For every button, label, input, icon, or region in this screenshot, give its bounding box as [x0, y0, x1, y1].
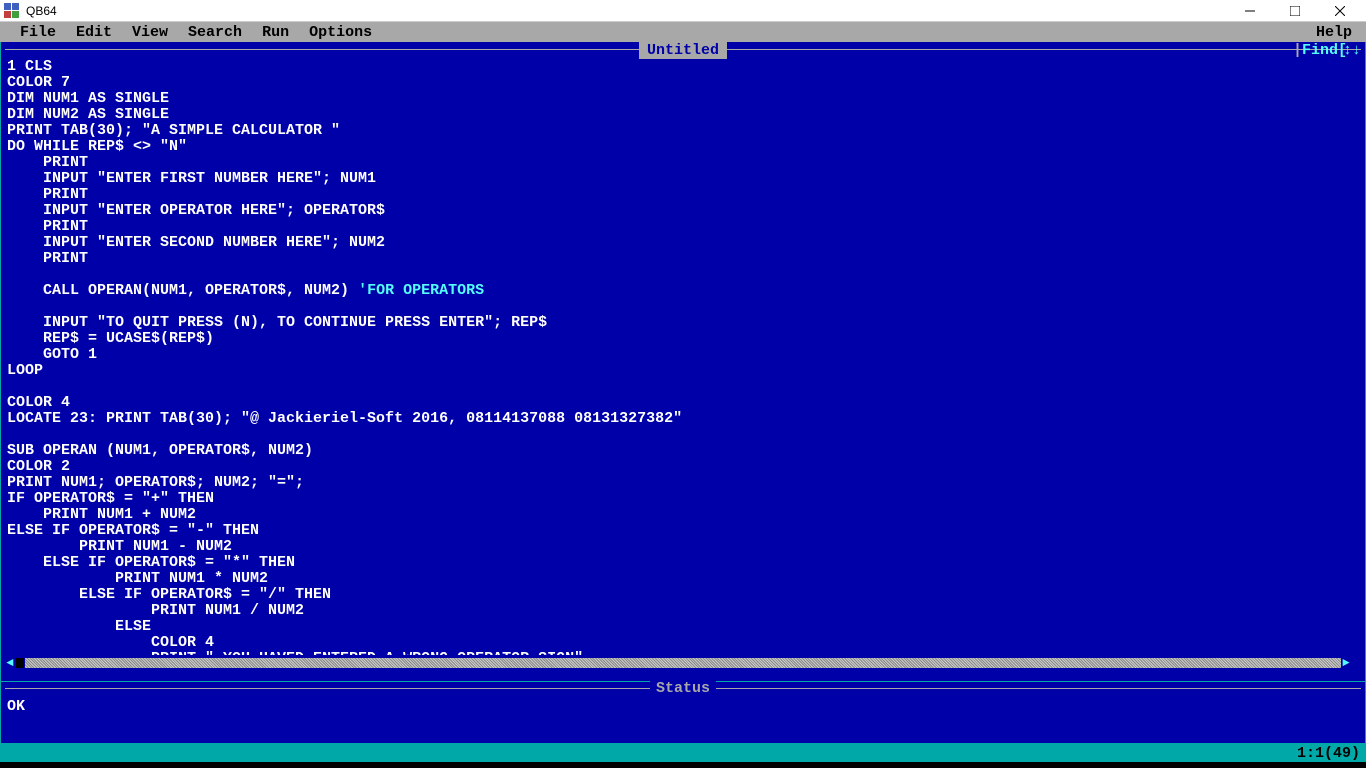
code-line[interactable]: DIM NUM2 AS SINGLE — [7, 107, 1359, 123]
scroll-thumb[interactable] — [16, 658, 24, 668]
scroll-right-icon[interactable]: ► — [1341, 656, 1351, 670]
code-line[interactable]: ELSE IF OPERATOR$ = "/" THEN — [7, 587, 1359, 603]
app-icon — [4, 3, 20, 19]
code-line[interactable]: PRINT NUM1 + NUM2 — [7, 507, 1359, 523]
code-line[interactable] — [7, 379, 1359, 395]
menu-help[interactable]: Help — [1306, 24, 1362, 41]
code-line[interactable] — [7, 299, 1359, 315]
minimize-button[interactable] — [1227, 0, 1272, 22]
code-line[interactable]: INPUT "ENTER OPERATOR HERE"; OPERATOR$ — [7, 203, 1359, 219]
code-line[interactable]: COLOR 4 — [7, 635, 1359, 651]
code-line[interactable]: REP$ = UCASE$(REP$) — [7, 331, 1359, 347]
code-line[interactable]: LOOP — [7, 363, 1359, 379]
menu-options[interactable]: Options — [299, 24, 382, 41]
menu-edit[interactable]: Edit — [66, 24, 122, 41]
code-line[interactable] — [7, 267, 1359, 283]
scroll-left-icon[interactable]: ◄ — [5, 656, 15, 670]
status-text: OK — [7, 698, 1359, 715]
code-line[interactable]: COLOR 2 — [7, 459, 1359, 475]
menu-search[interactable]: Search — [178, 24, 252, 41]
maximize-button[interactable] — [1272, 0, 1317, 22]
code-line[interactable]: PRINT NUM1 * NUM2 — [7, 571, 1359, 587]
code-line[interactable]: ELSE — [7, 619, 1359, 635]
cursor-position: 1:1(49) — [1297, 745, 1360, 762]
code-line[interactable]: PRINT " YOU HAVED ENTERED A WRONG OPERAT… — [7, 651, 1359, 655]
bottom-bar: 1:1(49) — [0, 744, 1366, 762]
code-line[interactable]: COLOR 4 — [7, 395, 1359, 411]
code-line[interactable]: CALL OPERAN(NUM1, OPERATOR$, NUM2) 'FOR … — [7, 283, 1359, 299]
code-line[interactable]: DO WHILE REP$ <> "N" — [7, 139, 1359, 155]
code-line[interactable] — [7, 427, 1359, 443]
code-line[interactable]: PRINT NUM1; OPERATOR$; NUM2; "="; — [7, 475, 1359, 491]
horizontal-scrollbar[interactable]: ◄ ► — [5, 657, 1351, 669]
window-titlebar: QB64 — [0, 0, 1366, 22]
code-line[interactable]: SUB OPERAN (NUM1, OPERATOR$, NUM2) — [7, 443, 1359, 459]
code-line[interactable]: PRINT — [7, 219, 1359, 235]
code-line[interactable]: INPUT "ENTER SECOND NUMBER HERE"; NUM2 — [7, 235, 1359, 251]
code-line[interactable]: COLOR 7 — [7, 75, 1359, 91]
editor-pane: Untitled |Find[ ↕↓ 1 CLSCOLOR 7DIM NUM1 … — [0, 42, 1366, 682]
menubar: FileEditViewSearchRunOptions Help — [0, 22, 1366, 42]
code-editor[interactable]: 1 CLSCOLOR 7DIM NUM1 AS SINGLEDIM NUM2 A… — [1, 57, 1365, 655]
code-line[interactable]: PRINT NUM1 / NUM2 — [7, 603, 1359, 619]
code-line[interactable]: INPUT "TO QUIT PRESS (N), TO CONTINUE PR… — [7, 315, 1359, 331]
status-divider: Status — [0, 682, 1366, 696]
code-line[interactable]: 1 CLS — [7, 59, 1359, 75]
code-line[interactable]: PRINT — [7, 155, 1359, 171]
code-line[interactable]: ELSE IF OPERATOR$ = "*" THEN — [7, 555, 1359, 571]
menu-view[interactable]: View — [122, 24, 178, 41]
editor-header: Untitled |Find[ ↕↓ — [1, 42, 1365, 57]
code-line[interactable]: PRINT TAB(30); "A SIMPLE CALCULATOR " — [7, 123, 1359, 139]
code-line[interactable]: PRINT NUM1 - NUM2 — [7, 539, 1359, 555]
status-pane: OK — [0, 696, 1366, 744]
status-label: Status — [650, 680, 716, 697]
code-line[interactable]: ELSE IF OPERATOR$ = "-" THEN — [7, 523, 1359, 539]
code-line[interactable]: PRINT — [7, 251, 1359, 267]
scroll-track[interactable] — [25, 658, 1341, 668]
code-line[interactable]: GOTO 1 — [7, 347, 1359, 363]
code-line[interactable]: INPUT "ENTER FIRST NUMBER HERE"; NUM1 — [7, 171, 1359, 187]
taskbar-strip — [0, 762, 1366, 768]
code-line[interactable]: PRINT — [7, 187, 1359, 203]
code-line[interactable]: IF OPERATOR$ = "+" THEN — [7, 491, 1359, 507]
close-button[interactable] — [1317, 0, 1362, 22]
menu-file[interactable]: File — [4, 24, 66, 41]
window-title: QB64 — [26, 4, 1227, 18]
window-controls — [1227, 0, 1362, 22]
menu-run[interactable]: Run — [252, 24, 299, 41]
code-line[interactable]: LOCATE 23: PRINT TAB(30); "@ Jackieriel-… — [7, 411, 1359, 427]
code-line[interactable]: DIM NUM1 AS SINGLE — [7, 91, 1359, 107]
